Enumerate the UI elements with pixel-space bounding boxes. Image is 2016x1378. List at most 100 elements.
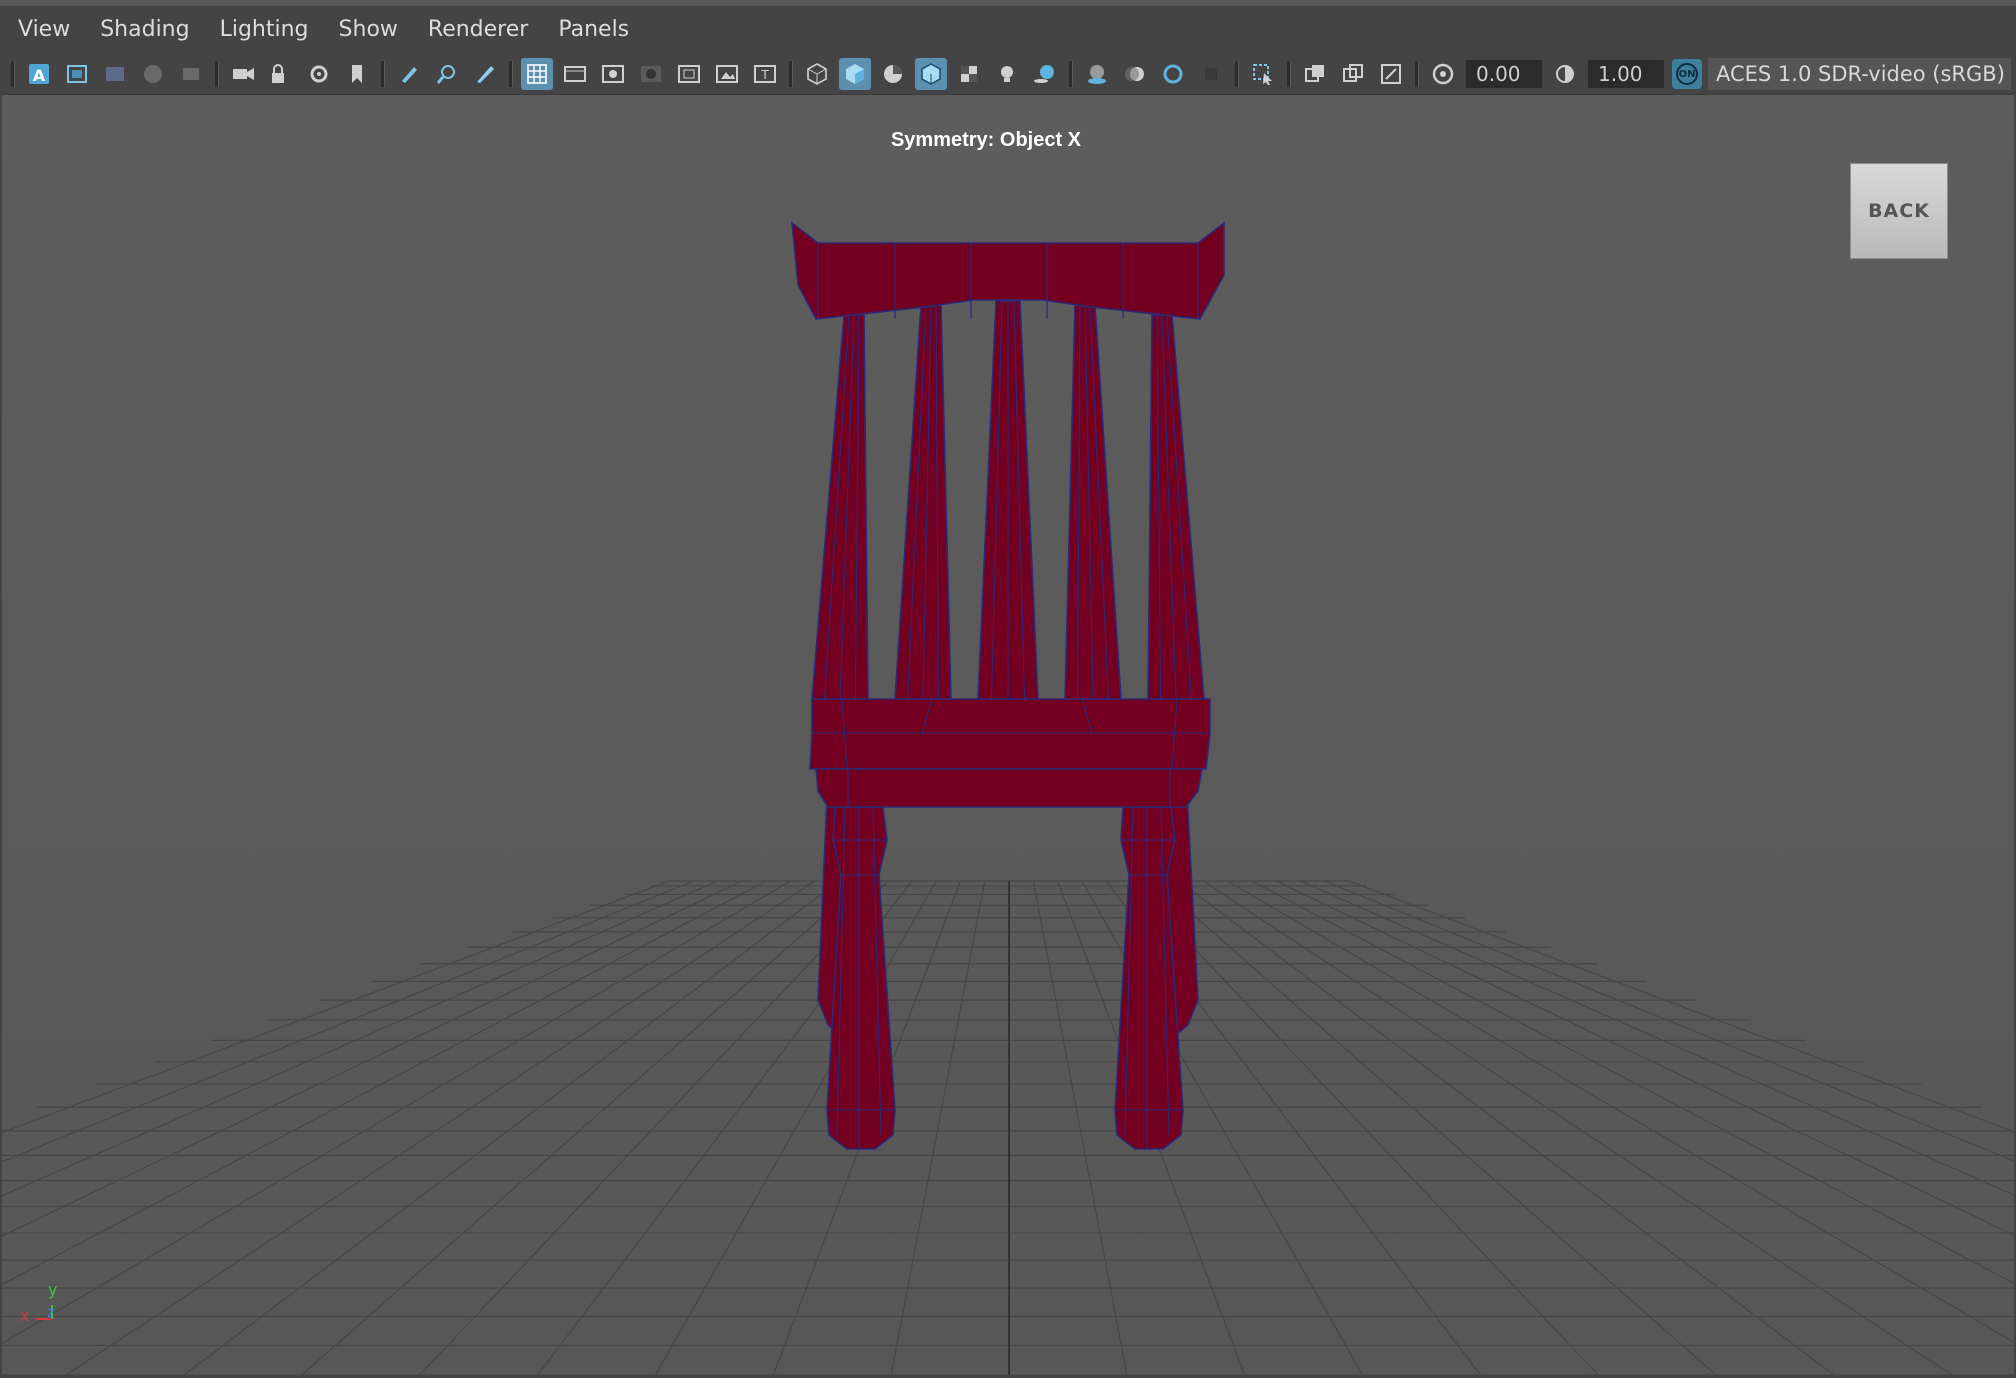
resolution-gate-button[interactable] [597,58,629,90]
gamma-field[interactable]: 1.00 [1588,60,1664,88]
shaded-cube-icon [846,64,864,84]
menu-view[interactable]: View [6,7,82,53]
video-camera-icon [233,68,254,80]
lock-camera-icon [272,64,284,83]
exposure-field[interactable]: 0.00 [1466,60,1542,88]
toolbar-separator [1069,61,1073,87]
half-circle-icon [1556,65,1574,83]
shadows-button[interactable] [1029,58,1061,90]
bookmark-icon [352,65,362,83]
light-bulb-icon [1001,66,1013,82]
seat-top [809,698,1211,770]
maya-viewport-panel: View Shading Lighting Show Renderer Pane… [0,0,2016,1378]
checker-icon [961,66,977,82]
lock-camera-button[interactable] [265,58,297,90]
isolate-select-icon [1253,64,1272,85]
camera-a-icon: A [29,64,49,85]
wireframe-button[interactable] [801,58,833,90]
shadow-sphere-icon [1034,65,1054,83]
ao-icon [1088,65,1106,84]
toolbar-separator [215,61,219,87]
toolbar-separator [1415,61,1419,87]
panel-toolbar: A T 0.00 1.00 ON ACES 1.0 SDR-video (sRG… [0,54,2016,94]
toolbar-separator [11,61,15,87]
checker-sphere-icon [884,65,902,83]
xray-components-icon [1343,64,1363,82]
select-camera-button[interactable]: A [23,58,55,90]
scene-canvas [2,95,2014,1375]
bookmark-button[interactable] [341,58,373,90]
xray-button[interactable] [1299,58,1331,90]
ambient-occlusion-button[interactable] [1081,58,1113,90]
isolate-select-button[interactable] [1247,58,1279,90]
xray-icon [1305,65,1324,82]
pen-icon [402,67,417,83]
safe-action-button[interactable] [711,58,743,90]
film-icon [106,67,124,81]
magnifier-icon [436,65,455,84]
toolbar-separator [381,61,385,87]
menu-lighting[interactable]: Lighting [208,7,321,53]
wireframe-on-shaded-button[interactable] [915,58,947,90]
safe-title-button[interactable]: T [749,58,781,90]
image-plane-button[interactable] [137,58,169,90]
symmetry-label: Symmetry: Object X [890,129,1082,151]
default-lighting-button[interactable] [877,58,909,90]
back-button[interactable]: BACK [1850,163,1948,259]
anti-aliasing-button[interactable] [1157,58,1189,90]
sphere-dim-icon [144,65,162,83]
film-gate-icon [564,66,586,82]
field-chart-icon [678,65,700,83]
brush-icon [477,66,494,83]
menu-renderer[interactable]: Renderer [416,7,540,53]
view-transform-toggle[interactable]: ON [1672,59,1702,89]
grid-icon [527,64,547,84]
camera-attributes-button[interactable] [61,58,93,90]
svg-text:A: A [33,66,46,85]
color-space-dropdown[interactable]: ACES 1.0 SDR-video (sRGB) [1708,58,2011,90]
exposure-button[interactable] [1427,58,1459,90]
wireframe-cube-icon [807,63,827,85]
2d-pan-zoom-button[interactable] [175,58,207,90]
textured-button[interactable] [953,58,985,90]
camera-settings-button[interactable] [303,58,335,90]
camera-button[interactable] [227,58,259,90]
grease-pencil-button[interactable] [393,58,425,90]
gear-camera-icon [310,65,328,83]
seat-front-edge [815,768,1203,808]
depth-of-field-button[interactable] [1195,58,1227,90]
paint-button[interactable] [469,58,501,90]
aa-ring-icon [1163,64,1183,84]
wire-shaded-cube-icon [921,63,941,85]
motion-blur-button[interactable] [1119,58,1151,90]
gate-mask-button[interactable] [635,58,667,90]
toolbar-separator [509,61,513,87]
zoom-lens-button[interactable] [431,58,463,90]
film-gate-button[interactable] [559,58,591,90]
menu-show[interactable]: Show [327,7,410,53]
resolution-gate-icon [602,65,624,83]
xray-joints-button[interactable] [1375,58,1407,90]
bookmarks-button[interactable] [99,58,131,90]
panel-menubar: View Shading Lighting Show Renderer Pane… [0,0,2016,54]
axis-y-label: y [48,1280,57,1299]
axis-z-label: z [47,1305,54,1321]
menu-panels[interactable]: Panels [546,7,641,53]
field-chart-button[interactable] [673,58,705,90]
gate-mask-icon [641,66,661,82]
svg-text:T: T [760,68,769,82]
3d-viewport[interactable]: Symmetry: Object X BACK y x z [2,94,2014,1375]
toolbar-separator [1287,61,1291,87]
frame-icon [67,65,87,83]
smooth-shade-button[interactable] [839,58,871,90]
use-all-lights-button[interactable] [991,58,1023,90]
xray-active-components-button[interactable] [1337,58,1369,90]
menu-shading[interactable]: Shading [88,7,201,53]
motion-blur-icon [1125,67,1144,81]
gamma-button[interactable] [1549,58,1581,90]
toolbar-separator [789,61,793,87]
grid-toggle-button[interactable] [521,58,553,90]
safe-action-icon [716,65,738,83]
safe-title-icon: T [754,65,776,83]
xray-joints-icon [1381,64,1401,84]
